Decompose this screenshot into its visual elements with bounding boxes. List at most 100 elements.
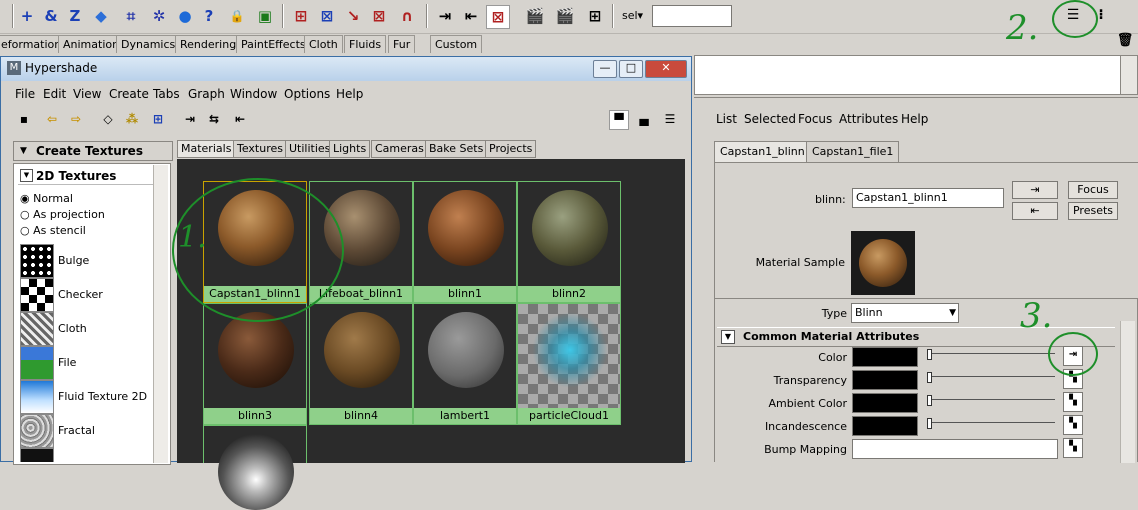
render-settings-icon[interactable]: ⊞ [584,5,606,27]
output-connections-button[interactable]: ⇤ [1012,202,1058,220]
color-slider-handle[interactable] [927,349,932,360]
menu-view[interactable]: View [73,87,101,101]
incandescence-swatch[interactable] [852,416,918,436]
graph-materials-icon[interactable]: ⊞ [149,110,167,128]
shelf-tab-deformation[interactable]: eformation [0,35,67,53]
layout-bottom-icon[interactable]: ▄ [635,110,653,128]
minimize-button[interactable]: — [593,60,617,78]
material-swatch-blinn4[interactable]: blinn4 [309,303,413,425]
menu-create[interactable]: Create [109,87,149,101]
ae-scrollbar[interactable] [1120,321,1135,463]
magnet-icon[interactable]: ∩ [396,5,418,27]
menu-tabs[interactable]: Tabs [153,87,180,101]
trash-icon[interactable]: 🗑 [1114,30,1136,52]
radio-as-projection[interactable]: ○ As projection [20,208,105,221]
ambient-color-slider[interactable] [927,399,1055,400]
shelf-scrollbar[interactable] [1120,55,1138,95]
ambient-color-slider-handle[interactable] [927,395,932,406]
ep-curve-icon[interactable]: Z [64,5,86,27]
material-swatch-extra[interactable] [203,425,307,510]
material-swatch-blinn1[interactable]: blinn1 [413,181,517,303]
tab-cameras[interactable]: Cameras [371,140,428,158]
radio-as-stencil[interactable]: ○ As stencil [20,224,86,237]
incandescence-map-button[interactable]: ▚ [1063,415,1083,435]
texture-item-file[interactable]: File [18,346,168,380]
layout-top-icon[interactable]: ▀ [609,110,629,130]
color-swatch[interactable] [852,347,918,367]
ae-menu-help[interactable]: Help [901,112,928,126]
tab-bake-sets[interactable]: Bake Sets [425,140,488,158]
presets-button[interactable]: Presets [1068,202,1118,220]
menu-graph[interactable]: Graph [188,87,225,101]
material-swatch-particlecloud1[interactable]: particleCloud1 [517,303,621,425]
ae-menu-list[interactable]: List [716,112,737,126]
lock-icon[interactable]: 🔒 [226,5,248,27]
texture-item-bulge[interactable]: Bulge [18,244,168,278]
tab-projects[interactable]: Projects [485,140,537,158]
tab-textures[interactable]: Textures [233,140,287,158]
textures-scrollbar[interactable] [153,165,168,463]
bump-mapping-field[interactable] [852,439,1058,459]
menu-file[interactable]: File [15,87,35,101]
shelf-tab-painteffects[interactable]: PaintEffects [236,35,311,53]
material-swatch-blinn2[interactable]: blinn2 [517,181,621,303]
texture-item-fluid-texture-2d[interactable]: Fluid Texture 2D [18,380,168,414]
rearrange-icon[interactable]: ⁂ [123,110,141,128]
shelf-tab-dynamics[interactable]: Dynamics [116,35,181,53]
output-connections-icon[interactable]: ⇤ [231,110,249,128]
tab-utilities[interactable]: Utilities [285,140,335,158]
incandescence-slider-handle[interactable] [927,418,932,429]
transparency-slider[interactable] [927,376,1055,377]
shelf-tab-animation[interactable]: Animation [58,35,125,53]
shelf-tab-custom[interactable]: Custom [430,35,483,53]
create-textures-header[interactable]: ▼ Create Textures [13,141,173,161]
graph-icon[interactable]: ⊠ [486,5,510,29]
sphere-icon[interactable]: ● [174,5,196,27]
texture-item-grid[interactable] [18,448,168,462]
input-output-icon[interactable]: ⇆ [205,110,223,128]
tab-materials[interactable]: Materials [177,140,236,158]
blinn-name-field[interactable]: Capstan1_blinn1 [852,188,1004,208]
ae-tab-file[interactable]: Capstan1_file1 [806,141,900,163]
texture-item-checker[interactable]: Checker [18,278,168,312]
lattice-icon[interactable]: ⌗ [120,5,142,27]
collapse-icon[interactable]: ▼ [721,330,735,344]
color-slider[interactable] [927,353,1055,354]
transparency-swatch[interactable] [852,370,918,390]
2d-textures-section[interactable]: ▼ 2D Textures [18,168,164,185]
menu-help[interactable]: Help [336,87,363,101]
shelf-tab-cloth[interactable]: Cloth [304,35,343,53]
connect-icon[interactable]: ⊠ [316,5,338,27]
texture-item-fractal[interactable]: Fractal [18,414,168,448]
radio-normal[interactable]: ◉ Normal [20,192,73,205]
arrow-right-icon[interactable]: ⇨ [67,110,85,128]
transparency-slider-handle[interactable] [927,372,932,383]
menu-window[interactable]: Window [230,87,277,101]
eraser-icon[interactable]: ◇ [99,110,117,128]
ae-tab-blinn[interactable]: Capstan1_blinn1 [714,141,818,163]
maximize-button[interactable]: □ [619,60,643,78]
toggle-create-bar-icon[interactable]: ▪ [15,110,33,128]
ambient-color-map-button[interactable]: ▚ [1063,392,1083,412]
shelf-tab-fluids[interactable]: Fluids [344,35,387,53]
incandescence-slider[interactable] [927,422,1055,423]
ae-menu-focus[interactable]: Focus [798,112,832,126]
menu-edit[interactable]: Edit [43,87,66,101]
shelf-tab-fur[interactable]: Fur [388,35,416,53]
output-icon[interactable]: ⇤ [460,5,482,27]
help-icon[interactable]: ? [198,5,220,27]
snapshot-icon[interactable]: ▣ [254,5,276,27]
arrow-left-icon[interactable]: ⇦ [43,110,61,128]
material-swatch-lambert1[interactable]: lambert1 [413,303,517,425]
delete-connect-icon[interactable]: ⊠ [368,5,390,27]
create-icon[interactable]: + [16,5,38,27]
render-clapper-icon[interactable]: 🎬 [524,5,546,27]
menu-options[interactable]: Options [284,87,330,101]
cluster-icon[interactable]: ✲ [148,5,170,27]
ae-menu-attributes[interactable]: Attributes [839,112,898,126]
input-connections-button[interactable]: ⇥ [1012,181,1058,199]
hypershade-titlebar[interactable]: M Hypershade — □ ✕ [1,57,691,81]
focus-button[interactable]: Focus [1068,181,1118,199]
layout-split-icon[interactable]: ☰ [661,110,679,128]
input-icon[interactable]: ⇥ [434,5,456,27]
